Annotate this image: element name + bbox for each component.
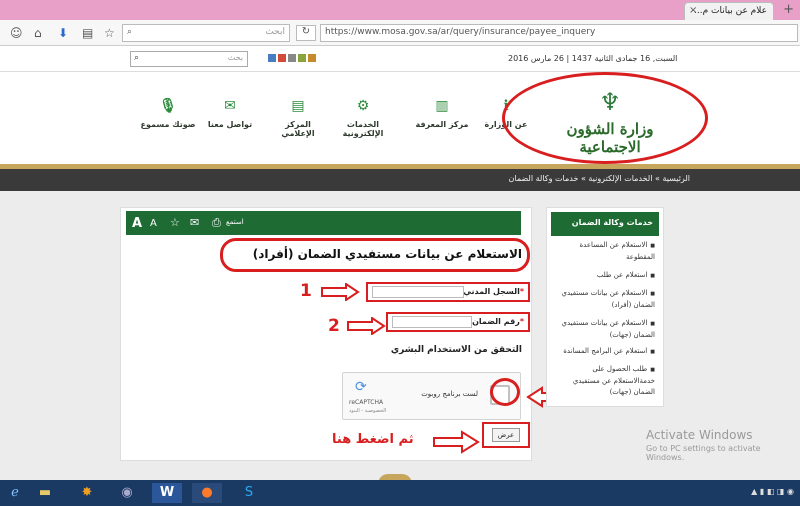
recaptcha-logo-icon: ⟳ bbox=[355, 379, 367, 395]
sidebar-heading: خدمات وكالة الضمان bbox=[551, 212, 659, 236]
nav-item-label: تواصل معنا bbox=[207, 120, 253, 129]
folder-icon[interactable]: ▬ bbox=[30, 483, 60, 503]
nav-item-label: صوتك مسموع bbox=[140, 120, 196, 129]
sidebar-item-service-request[interactable]: طلب الحصول على خدمةالاستعلام عن مستفيدي … bbox=[555, 364, 655, 398]
sidebar-item-lump-sum[interactable]: الاستعلام عن المساعدة المقطوعة bbox=[555, 240, 655, 263]
sidebar-item-entities[interactable]: الاستعلام عن بيانات مستفيدي الضمان (جهات… bbox=[555, 318, 656, 341]
skype-icon[interactable]: S bbox=[234, 483, 264, 503]
star-icon[interactable]: ☆ bbox=[104, 26, 115, 40]
social-security-input[interactable] bbox=[392, 316, 472, 328]
font-decrease-button[interactable]: A bbox=[150, 218, 157, 229]
nav-item-label: المركز الإعلامي bbox=[281, 120, 315, 138]
envelope-icon: ✉ bbox=[224, 98, 236, 114]
url-bar[interactable]: https://www.mosa.gov.sa/ar/query/insuran… bbox=[320, 24, 798, 42]
site-search-placeholder: بحث bbox=[227, 53, 243, 62]
social-security-field: *رقم الضمان bbox=[386, 312, 530, 332]
annotation-number-1: 1 bbox=[300, 281, 312, 301]
system-tray[interactable]: ▲ ▮ ◧ ◨ ◉ bbox=[751, 487, 794, 496]
sidebar-item-individuals[interactable]: الاستعلام عن بيانات مستفيدي الضمان (أفرا… bbox=[555, 288, 656, 311]
favorite-star-icon[interactable]: ☆ bbox=[170, 216, 180, 229]
nav-item[interactable]: ▤ المركز الإعلامي bbox=[268, 98, 328, 138]
download-icon[interactable]: ⬇ bbox=[58, 26, 68, 40]
nav-item[interactable]: ✉ تواصل معنا bbox=[200, 98, 260, 129]
tab-title: علام عن بيانات م... bbox=[694, 6, 767, 16]
annotation-logo-oval bbox=[502, 72, 708, 164]
close-icon[interactable]: × bbox=[689, 5, 697, 16]
date-text: السبت, 16 جمادى الثانية 1437 | 26 مارس 2… bbox=[508, 54, 678, 63]
annotation-number-2: 2 bbox=[328, 316, 340, 336]
watermark-line2: Go to PC settings to activate Windows. bbox=[646, 444, 761, 462]
clipboard-icon[interactable]: ▤ bbox=[82, 26, 93, 40]
site-top-bar: السبت, 16 جمادى الثانية 1437 | 26 مارس 2… bbox=[0, 46, 800, 72]
article-toolbar: A A ☆ ✉ ⎙ استمع bbox=[126, 211, 521, 235]
annotation-submit-box: عرض bbox=[482, 422, 530, 448]
smiley-icon[interactable]: ☺ bbox=[10, 26, 23, 40]
annotation-arrow-submit bbox=[433, 430, 480, 454]
browser-search-input[interactable]: ⌕ ابحث bbox=[122, 24, 290, 42]
word-icon[interactable]: W bbox=[152, 483, 182, 503]
site-search-input[interactable]: ⌕ بحث bbox=[130, 51, 248, 67]
civil-record-input[interactable] bbox=[372, 286, 464, 298]
email-icon[interactable]: ✉ bbox=[190, 216, 199, 229]
civil-record-field: *السجل المدني bbox=[366, 282, 530, 302]
annotation-press-here: ثم اضغط هنا bbox=[332, 432, 414, 447]
sidebar: خدمات وكالة الضمان الاستعلام عن المساعدة… bbox=[546, 207, 664, 407]
windows-taskbar: ℯ ▬ ✸ ◉ W ● S ▲ ▮ ◧ ◨ ◉ bbox=[0, 480, 800, 506]
page-title: الاستعلام عن بيانات مستفيدي الضمان (أفرا… bbox=[252, 247, 522, 261]
browser-toolbar: ☺ ⌂ ⬇ ▤ ☆ ⌕ ابحث ↻ https://www.mosa.gov.… bbox=[0, 20, 800, 46]
search-icon: ⌕ bbox=[127, 27, 133, 37]
firefox-icon[interactable]: ● bbox=[192, 483, 222, 503]
social-security-label: *رقم الضمان bbox=[472, 317, 524, 326]
browser-tab-bar: علام عن بيانات م... × + bbox=[0, 0, 800, 20]
verify-heading: التحقق من الاستخدام البشري bbox=[390, 345, 522, 355]
app-icon[interactable]: ◉ bbox=[112, 483, 142, 503]
theme-swatch[interactable] bbox=[278, 54, 286, 62]
recaptcha-label: لست برنامج روبوت bbox=[421, 390, 478, 398]
gears-icon: ⚙ bbox=[356, 98, 370, 114]
browser-search-placeholder: ابحث bbox=[265, 27, 285, 37]
activate-windows-watermark: Activate Windows Go to PC settings to ac… bbox=[646, 428, 800, 462]
search-icon[interactable]: ⌕ bbox=[134, 53, 139, 63]
sidebar-item-request-inquiry[interactable]: استعلام عن طلب bbox=[555, 270, 655, 282]
breadcrumb-bar: الرئيسية » الخدمات الإلكترونية » خدمات و… bbox=[0, 169, 800, 191]
browser-tab[interactable]: علام عن بيانات م... × bbox=[684, 2, 774, 20]
annotation-checkbox-oval bbox=[490, 378, 520, 406]
nav-item[interactable]: ▥ مركز المعرفة bbox=[412, 98, 472, 129]
theme-swatch[interactable] bbox=[268, 54, 276, 62]
theme-swatch[interactable] bbox=[308, 54, 316, 62]
new-tab-icon[interactable]: + bbox=[783, 2, 794, 17]
home-icon[interactable]: ⌂ bbox=[34, 26, 42, 40]
recaptcha-terms-link[interactable]: الخصوصية - البنود bbox=[349, 408, 386, 414]
nav-item-label: مركز المعرفة bbox=[415, 120, 469, 129]
avast-icon[interactable]: ✸ bbox=[72, 483, 102, 503]
microphone-icon: 🎙 bbox=[159, 98, 177, 114]
print-icon[interactable]: ⎙ bbox=[212, 216, 221, 230]
submit-button[interactable]: عرض bbox=[492, 428, 520, 442]
annotation-arrow-1 bbox=[321, 283, 360, 301]
listen-label[interactable]: استمع bbox=[226, 218, 244, 226]
book-icon: ▥ bbox=[435, 98, 449, 114]
theme-swatch[interactable] bbox=[288, 54, 296, 62]
watermark-line1: Activate Windows bbox=[646, 428, 753, 442]
nav-item[interactable]: ⚙ الخدمات الإلكترونية bbox=[333, 98, 393, 138]
nav-item[interactable]: 🎙 صوتك مسموع bbox=[138, 98, 198, 129]
font-increase-button[interactable]: A bbox=[132, 216, 142, 231]
annotation-arrow-2 bbox=[347, 317, 386, 335]
civil-record-label: *السجل المدني bbox=[463, 287, 524, 296]
ie-icon[interactable]: ℯ bbox=[0, 483, 30, 503]
recaptcha-brand: reCAPTCHA bbox=[349, 399, 384, 406]
nav-item-label: الخدمات الإلكترونية bbox=[342, 120, 384, 138]
sidebar-item-support-programs[interactable]: استعلام عن البرامج المساندة bbox=[555, 346, 655, 358]
theme-swatch[interactable] bbox=[298, 54, 306, 62]
reload-button[interactable]: ↻ bbox=[296, 25, 316, 41]
breadcrumb[interactable]: الرئيسية » الخدمات الإلكترونية » خدمات و… bbox=[509, 174, 690, 183]
newspaper-icon: ▤ bbox=[291, 98, 305, 114]
